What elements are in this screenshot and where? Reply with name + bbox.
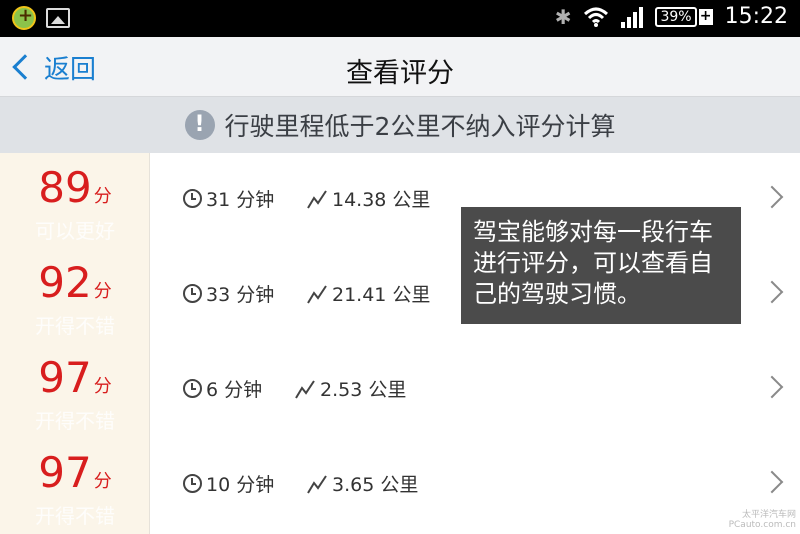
battery-icon: 39% + (655, 6, 713, 27)
trip-duration: 31 分钟 (183, 185, 274, 212)
trip-score: 97 分 (38, 448, 112, 497)
score-label: 开得不错 (35, 504, 115, 528)
trip-distance: 3.65 公里 (306, 470, 418, 497)
trip-score: 97 分 (38, 353, 112, 402)
trip-distance: 2.53 公里 (294, 375, 406, 402)
trip-row-4[interactable]: 97 分 开得不错 10 分钟 3.65 公里 (0, 438, 800, 533)
route-icon (307, 474, 327, 494)
trip-row-3[interactable]: 97 分 开得不错 6 分钟 2.53 公里 (0, 343, 800, 438)
trip-distance: 21.41 公里 (306, 280, 430, 307)
route-icon (307, 189, 327, 209)
chevron-right-icon (760, 280, 784, 304)
clock-icon (183, 379, 202, 398)
notice-text: 行驶里程低于2公里不纳入评分计算 (224, 112, 616, 141)
trip-distance: 14.38 公里 (306, 185, 430, 212)
bluetooth-icon: ✱ (554, 4, 572, 29)
battery-percent: 39% (655, 6, 697, 27)
clock-icon (183, 189, 202, 208)
chevron-right-icon (760, 470, 784, 494)
clock-time: 15:22 (724, 4, 788, 29)
trip-duration: 33 分钟 (183, 280, 274, 307)
score-label: 可以更好 (35, 219, 115, 243)
notice-banner: ! 行驶里程低于2公里不纳入评分计算 (0, 97, 800, 153)
charging-icon: + (698, 7, 713, 25)
clock-icon (183, 474, 202, 493)
route-icon (307, 284, 327, 304)
trip-duration: 10 分钟 (183, 470, 274, 497)
score-label: 开得不错 (35, 409, 115, 433)
trip-duration: 6 分钟 (183, 375, 262, 402)
page-title: 查看评分 (346, 58, 454, 89)
score-label: 开得不错 (35, 314, 115, 338)
status-bar: ✱ 39% + 15:22 (0, 0, 800, 37)
trip-score: 89 分 (38, 163, 112, 212)
chevron-right-icon (760, 185, 784, 209)
watermark: 太平洋汽车网 PCauto.com.cn (728, 510, 796, 530)
app-notification-icon (12, 5, 36, 30)
image-notification-icon (46, 8, 70, 28)
clock-icon (183, 284, 202, 303)
annotation-overlay: 驾宝能够对每一段行车进行评分，可以查看自己的驾驶习惯。 (461, 207, 741, 324)
trip-score: 92 分 (38, 258, 112, 307)
info-icon: ! (184, 110, 215, 140)
signal-icon (621, 6, 644, 28)
chevron-right-icon (760, 375, 784, 399)
route-icon (295, 379, 315, 399)
title-bar: 返回 查看评分 (0, 37, 800, 97)
wifi-icon (583, 6, 609, 28)
